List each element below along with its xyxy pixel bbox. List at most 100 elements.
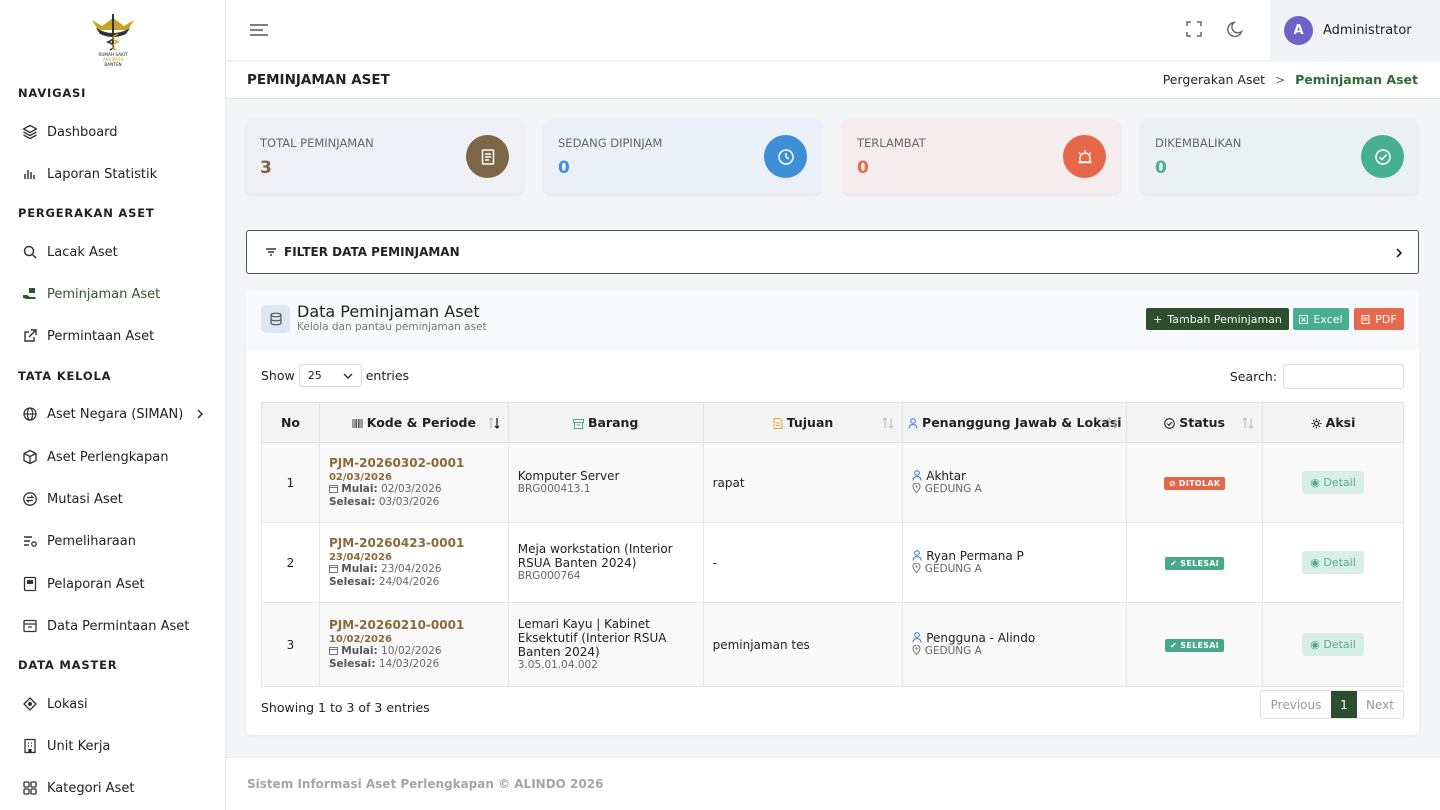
sidebar-item-unit-kerja[interactable]: Unit Kerja: [0, 730, 225, 762]
user-icon: [912, 470, 922, 481]
fullscreen-icon[interactable]: [1184, 19, 1204, 39]
hand-box-icon: [23, 288, 36, 299]
cell-penanggung-jawab: Pengguna - Alindo GEDUNG A: [902, 602, 1128, 687]
sidebar-item-lacak-aset[interactable]: Lacak Aset: [0, 236, 225, 268]
location-name: GEDUNG A: [924, 645, 982, 657]
user-menu[interactable]: A Administrator: [1270, 0, 1440, 61]
sidebar-item-laporan-statistik[interactable]: Laporan Statistik: [0, 158, 225, 190]
stat-label: TERLAMBAT: [857, 136, 926, 150]
pdf-button[interactable]: PDF: [1354, 308, 1404, 330]
item-code: BRG000764: [517, 570, 581, 582]
globe-icon: [23, 407, 37, 421]
data-panel: Data Peminjaman Aset Kelola dan pantau p…: [246, 290, 1419, 735]
filter-toggle[interactable]: FILTER DATA PEMINJAMAN: [246, 230, 1419, 274]
column-header-barang[interactable]: Barang: [507, 402, 704, 443]
calendar-icon: [328, 485, 338, 493]
sidebar-item-dashboard[interactable]: Dashboard: [0, 116, 225, 148]
pagination-page-1[interactable]: 1: [1331, 691, 1357, 718]
cell-tujuan: -: [702, 522, 904, 603]
column-label: Aksi: [1325, 415, 1356, 430]
sidebar-item-label: Pelaporan Aset: [47, 576, 145, 592]
stat-card-dikembalikan: DIKEMBALIKAN 0: [1141, 120, 1418, 194]
column-header-no[interactable]: No: [261, 402, 320, 443]
page-size-select[interactable]: 25: [298, 364, 362, 387]
start-label: Mulai:: [341, 563, 378, 575]
sidebar-item-pemeliharaan[interactable]: Pemeliharaan: [0, 525, 225, 557]
stat-card-terlambat: TERLAMBAT 0: [843, 120, 1120, 194]
sidebar-item-aset-perlengkapan[interactable]: Aset Perlengkapan: [0, 441, 225, 473]
sidebar-item-kategori-aset[interactable]: Kategori Aset: [0, 772, 225, 804]
column-header-tujuan[interactable]: Tujuan: [702, 402, 904, 443]
stat-value: 0: [558, 158, 570, 178]
pagination-next[interactable]: Next: [1357, 691, 1403, 718]
table-row: 2 PJM-20260423-0001 23/04/2026 Mulai: 23…: [261, 522, 1404, 603]
topbar: A Administrator: [226, 0, 1440, 61]
calendar-icon: [328, 647, 338, 655]
sidebar-item-aset-negara[interactable]: Aset Negara (SIMAN): [0, 398, 225, 430]
map-pin-icon: [912, 563, 921, 573]
sidebar-item-peminjaman-aset[interactable]: Peminjaman Aset: [0, 278, 225, 310]
add-loan-button[interactable]: + Tambah Peminjaman: [1146, 308, 1289, 330]
status-text: DITOLAK: [1178, 479, 1221, 488]
section-title-data-master: DATA MASTER: [18, 658, 118, 672]
report-icon: [23, 576, 37, 592]
section-title-navigasi: NAVIGASI: [18, 86, 87, 100]
menu-icon[interactable]: [248, 19, 270, 41]
sidebar-item-label: Aset Negara (SIMAN): [47, 406, 184, 422]
detail-button[interactable]: ◉ Detail: [1302, 471, 1364, 494]
column-header-kode[interactable]: Kode & Periode: [318, 402, 509, 443]
database-icon: [261, 305, 290, 333]
section-title-tata-kelola: TATA KELOLA: [18, 369, 112, 383]
cell-barang: Meja workstation (Interior RSUA Banten 2…: [507, 522, 704, 603]
sidebar-item-lokasi[interactable]: Lokasi: [0, 688, 225, 720]
stat-label: SEDANG DIPINJAM: [558, 136, 663, 150]
breadcrumb-item-current: Peminjaman Aset: [1295, 72, 1418, 87]
cell-no: 3: [261, 602, 320, 687]
moon-icon[interactable]: [1226, 19, 1246, 39]
sidebar-item-mutasi-aset[interactable]: Mutasi Aset: [0, 483, 225, 515]
footer-text: Sistem Informasi Aset Perlengkapan © ALI…: [247, 777, 604, 791]
user-icon: [908, 418, 918, 429]
cell-penanggung-jawab: Akhtar GEDUNG A: [902, 442, 1128, 523]
filter-label: FILTER DATA PEMINJAMAN: [284, 245, 460, 259]
section-title-pergerakan-aset: PERGERAKAN ASET: [18, 206, 155, 220]
sort-icon: [883, 417, 894, 429]
detail-button[interactable]: ◉ Detail: [1302, 551, 1364, 574]
sidebar-item-permintaan-aset[interactable]: Permintaan Aset: [0, 320, 225, 352]
start-date: 23/04/2026: [381, 563, 442, 575]
person-name: Akhtar: [926, 469, 966, 483]
stat-card-total: TOTAL PEMINJAMAN 3: [246, 120, 523, 194]
pdf-icon: [1361, 314, 1370, 324]
clock-icon: [764, 135, 807, 178]
sidebar-item-pelaporan-aset[interactable]: Pelaporan Aset: [0, 568, 225, 600]
chevron-right-icon: [197, 409, 204, 419]
sidebar-item-label: Lokasi: [47, 696, 88, 712]
filter-icon: [266, 248, 276, 256]
sort-icon: [1106, 417, 1118, 429]
document-icon: [466, 135, 509, 178]
column-header-penanggung-jawab[interactable]: Penanggung Jawab & Lokasi: [902, 402, 1128, 443]
page-size-control: Show 25 entries: [261, 364, 409, 387]
column-header-status[interactable]: Status: [1126, 402, 1264, 443]
breadcrumb: Pergerakan Aset > Peminjaman Aset: [1163, 72, 1418, 87]
stat-value: 0: [1155, 158, 1167, 178]
excel-button[interactable]: Excel: [1293, 308, 1349, 330]
sort-desc-icon: [488, 417, 500, 429]
detail-button[interactable]: ◉ Detail: [1302, 633, 1364, 656]
sidebar-item-data-permintaan-aset[interactable]: Data Permintaan Aset: [0, 610, 225, 642]
barcode-icon: [352, 419, 363, 428]
layers-icon: [22, 124, 38, 140]
pagination: Previous 1 Next: [1260, 690, 1404, 719]
breadcrumb-item-pergerakan-aset[interactable]: Pergerakan Aset: [1163, 72, 1265, 87]
search-input[interactable]: [1283, 364, 1404, 389]
cell-penanggung-jawab: Ryan Permana P GEDUNG A: [902, 522, 1128, 603]
grid-icon: [23, 781, 37, 795]
location-name: GEDUNG A: [924, 483, 982, 495]
alarm-icon: [1063, 135, 1106, 178]
column-label: No: [280, 415, 300, 430]
pdf-label: PDF: [1375, 312, 1397, 326]
show-label: Show: [261, 368, 295, 383]
end-date: 03/03/2026: [378, 496, 440, 508]
pagination-previous[interactable]: Previous: [1261, 691, 1331, 718]
end-date: 24/04/2026: [378, 576, 440, 588]
